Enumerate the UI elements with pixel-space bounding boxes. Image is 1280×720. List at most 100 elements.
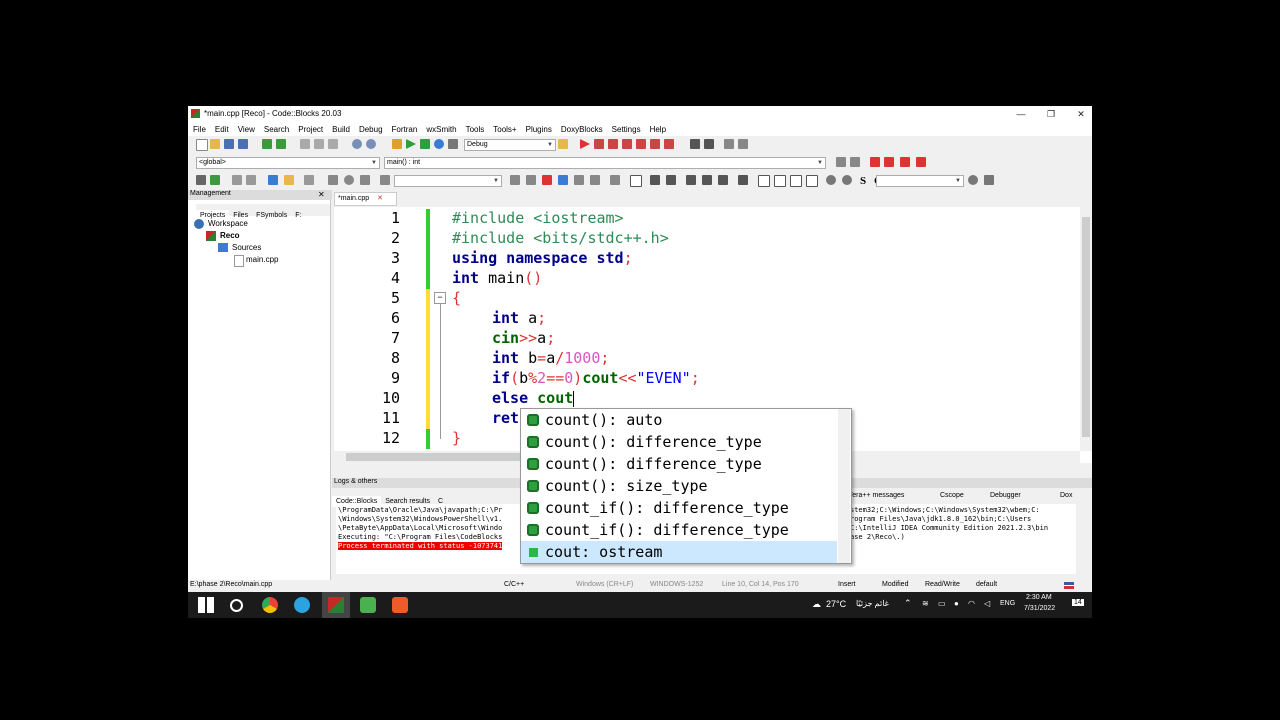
tree-workspace[interactable]: Workspace bbox=[208, 219, 248, 228]
settings-icon[interactable] bbox=[304, 175, 314, 185]
symbol-select[interactable]: main() : int ▼ bbox=[384, 157, 826, 169]
menu-help[interactable]: Help bbox=[645, 122, 670, 134]
close-icon[interactable]: ✕ bbox=[318, 190, 325, 199]
weather-icon[interactable]: ☁ bbox=[812, 599, 821, 610]
vertical-scrollbar[interactable] bbox=[1080, 207, 1092, 451]
fold-icon[interactable]: − bbox=[434, 292, 446, 304]
restore-button[interactable]: ❐ bbox=[1036, 106, 1066, 122]
layout5-icon[interactable] bbox=[718, 175, 728, 185]
debug-run-icon[interactable] bbox=[580, 139, 590, 149]
menu-edit[interactable]: Edit bbox=[210, 122, 233, 134]
tree-project[interactable]: Reco bbox=[220, 231, 240, 240]
save-all-icon[interactable] bbox=[238, 139, 248, 149]
abort-icon[interactable] bbox=[448, 139, 458, 149]
autocomplete-item[interactable]: count(): size_type bbox=[521, 475, 837, 497]
wifi-icon[interactable]: ◠ bbox=[968, 599, 975, 608]
options-icon[interactable] bbox=[984, 175, 994, 185]
grid-icon[interactable] bbox=[738, 175, 748, 185]
autocomplete-item[interactable]: count(): difference_type bbox=[521, 431, 837, 453]
step-into-icon[interactable] bbox=[622, 139, 632, 149]
rect-icon[interactable] bbox=[630, 175, 642, 187]
thread-select[interactable]: ▼ bbox=[876, 175, 964, 187]
tab-doxyblocks[interactable]: Dox bbox=[1056, 490, 1076, 501]
find-icon[interactable] bbox=[352, 139, 362, 149]
build-run-icon[interactable] bbox=[420, 139, 430, 149]
pointer-icon[interactable] bbox=[610, 175, 620, 185]
next-instruction-icon[interactable] bbox=[650, 139, 660, 149]
battery-icon[interactable]: ▭ bbox=[938, 599, 946, 608]
autocomplete-scrollbar[interactable] bbox=[838, 409, 850, 563]
app-c-orange-icon[interactable] bbox=[392, 597, 408, 613]
search-combo[interactable]: ▼ bbox=[394, 175, 502, 187]
chevron-up-icon[interactable]: ⌃ bbox=[904, 598, 912, 609]
play-icon[interactable] bbox=[360, 175, 370, 185]
run-icon[interactable] bbox=[406, 139, 416, 149]
select-icon[interactable] bbox=[558, 175, 568, 185]
tab-more[interactable]: F: bbox=[291, 210, 305, 221]
scrollbar-thumb[interactable] bbox=[1082, 217, 1090, 437]
editor-tab[interactable]: *main.cpp ✕ bbox=[334, 192, 397, 206]
nav-forward-icon[interactable] bbox=[526, 175, 536, 185]
close-button[interactable]: ✕ bbox=[1066, 106, 1092, 122]
new-file-icon[interactable] bbox=[196, 139, 208, 151]
tree-file[interactable]: main.cpp bbox=[246, 255, 278, 264]
box4-icon[interactable] bbox=[806, 175, 818, 187]
rebuild-icon[interactable] bbox=[434, 139, 444, 149]
weather-temp[interactable]: 27°C bbox=[826, 599, 846, 609]
jump-forward-icon[interactable] bbox=[850, 157, 860, 167]
save-icon[interactable] bbox=[224, 139, 234, 149]
bookmark-clear-icon[interactable] bbox=[916, 157, 926, 167]
box2-icon[interactable] bbox=[774, 175, 786, 187]
telegram-icon[interactable] bbox=[294, 597, 310, 613]
undo-icon[interactable] bbox=[262, 139, 272, 149]
line-comment-icon[interactable] bbox=[246, 175, 256, 185]
stop-icon[interactable] bbox=[704, 139, 714, 149]
app-c-green-icon[interactable] bbox=[360, 597, 376, 613]
autocomplete-popup[interactable]: count(): auto count(): difference_type c… bbox=[520, 408, 852, 564]
menu-file[interactable]: File bbox=[188, 122, 210, 134]
record-icon[interactable] bbox=[344, 175, 354, 185]
stop-macro-icon[interactable] bbox=[380, 175, 390, 185]
clock-date[interactable]: 7/31/2022 bbox=[1024, 605, 1055, 612]
step-out-icon[interactable] bbox=[636, 139, 646, 149]
paste-icon[interactable] bbox=[328, 139, 338, 149]
tree-sources[interactable]: Sources bbox=[232, 243, 261, 252]
autocomplete-item[interactable]: count(): difference_type bbox=[521, 453, 837, 475]
autocomplete-item-selected[interactable]: cout: ostream bbox=[521, 541, 837, 563]
menu-tools[interactable]: Tools bbox=[461, 122, 489, 134]
run-to-cursor-icon[interactable] bbox=[594, 139, 604, 149]
doxy-run-icon[interactable] bbox=[210, 175, 220, 185]
autocomplete-item[interactable]: count_if(): difference_type bbox=[521, 497, 837, 519]
clock-time[interactable]: 2:30 AM bbox=[1026, 594, 1052, 601]
scrollbar-thumb[interactable] bbox=[346, 453, 526, 461]
search-icon[interactable] bbox=[230, 599, 243, 612]
cut-icon[interactable] bbox=[300, 139, 310, 149]
extract-icon[interactable] bbox=[268, 175, 278, 185]
nav-back-icon[interactable] bbox=[510, 175, 520, 185]
jump-back-icon[interactable] bbox=[836, 157, 846, 167]
layout3-icon[interactable] bbox=[686, 175, 696, 185]
autocomplete-item[interactable]: count(): auto bbox=[521, 409, 837, 431]
minimize-button[interactable]: — bbox=[1006, 106, 1036, 122]
mic-icon[interactable]: ● bbox=[954, 599, 959, 608]
menu-doxyblocks[interactable]: DoxyBlocks bbox=[556, 122, 607, 134]
tab-debugger[interactable]: Debugger bbox=[986, 490, 1025, 501]
box1-icon[interactable] bbox=[758, 175, 770, 187]
replace-icon[interactable] bbox=[366, 139, 376, 149]
menu-view[interactable]: View bbox=[233, 122, 259, 134]
debug-windows-icon[interactable] bbox=[724, 139, 734, 149]
build-options-icon[interactable] bbox=[558, 139, 568, 149]
bookmark-prev-icon[interactable] bbox=[884, 157, 894, 167]
tab-cscope[interactable]: Cscope bbox=[936, 490, 968, 501]
tab-fsymbols[interactable]: FSymbols bbox=[252, 210, 291, 221]
volume-icon[interactable]: ◁ bbox=[984, 599, 990, 608]
menu-build[interactable]: Build bbox=[327, 122, 354, 134]
menu-wxsmith[interactable]: wxSmith bbox=[421, 122, 460, 134]
wildcard-icon[interactable] bbox=[590, 175, 600, 185]
redo-icon[interactable] bbox=[276, 139, 286, 149]
layout2-icon[interactable] bbox=[666, 175, 676, 185]
menu-search[interactable]: Search bbox=[259, 122, 293, 134]
build-target-select[interactable]: Debug ▼ bbox=[464, 139, 556, 151]
menu-tools-plus[interactable]: Tools+ bbox=[488, 122, 520, 134]
bookmark-toggle-icon[interactable] bbox=[870, 157, 880, 167]
